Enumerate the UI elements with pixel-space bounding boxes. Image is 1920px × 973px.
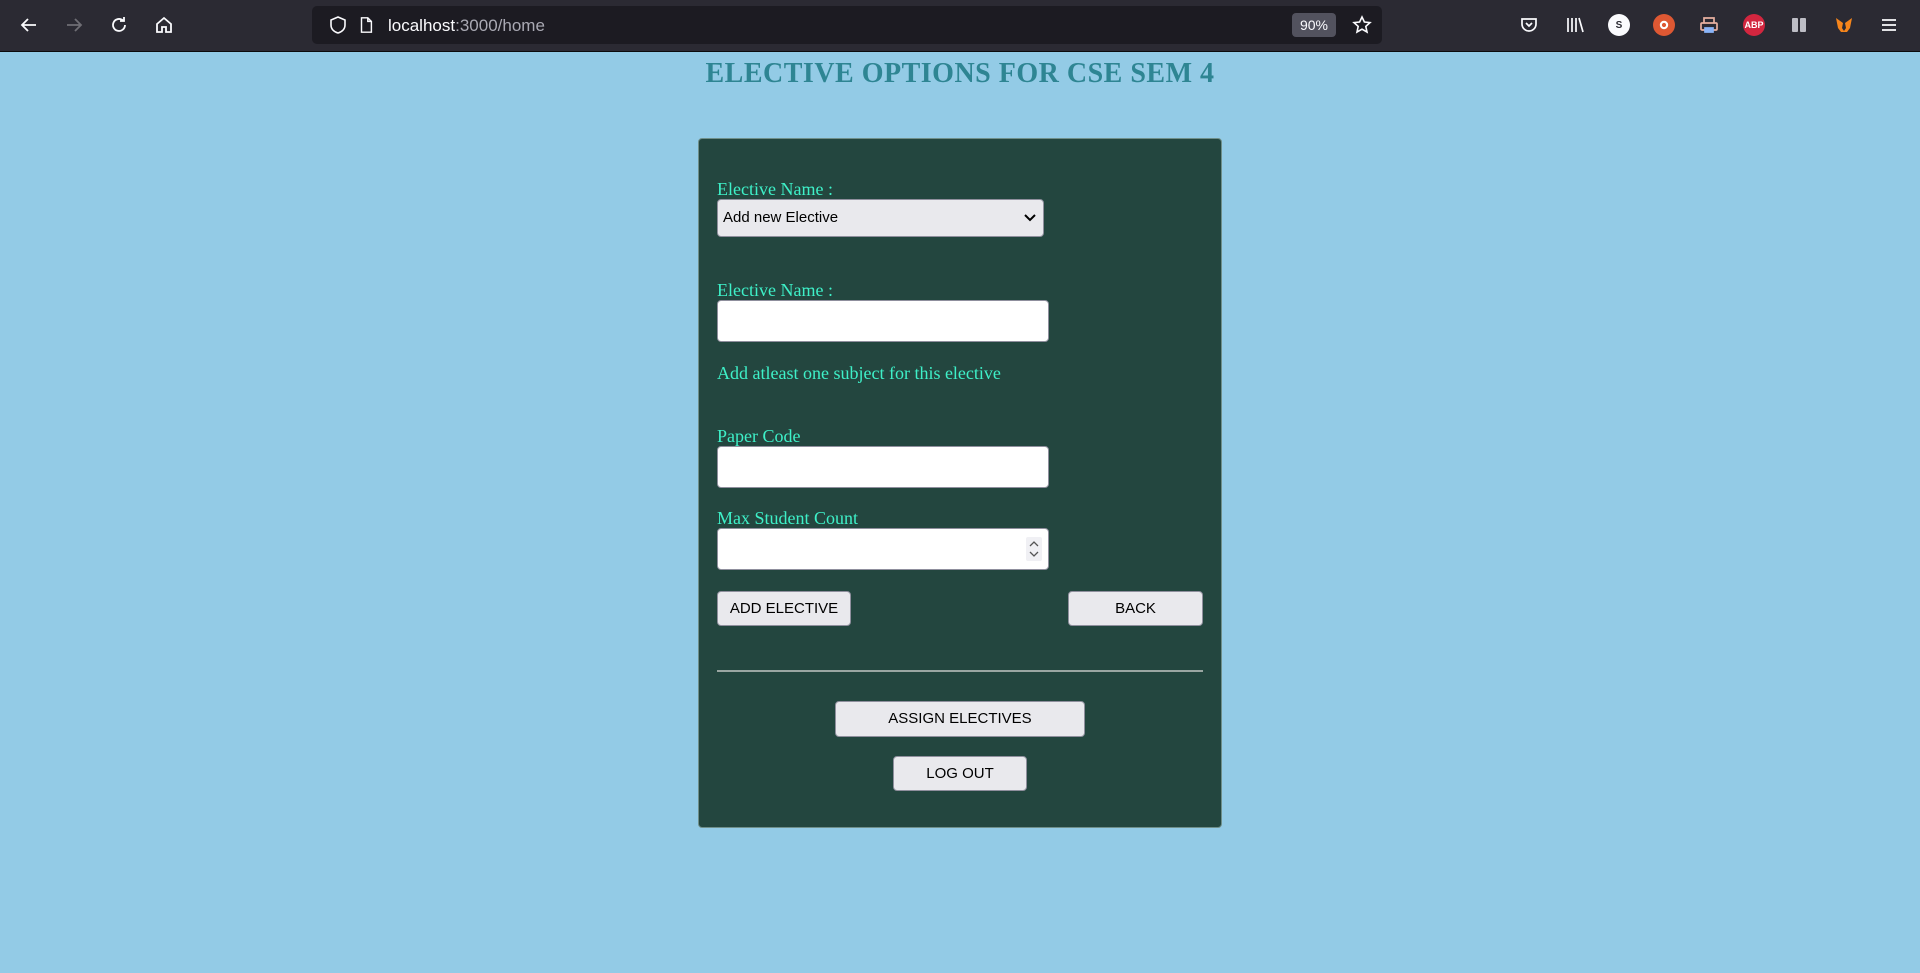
address-bar[interactable]: localhost:3000/home 90%: [312, 6, 1382, 44]
max-student-count-input[interactable]: [717, 528, 1049, 570]
page-icon[interactable]: [356, 15, 376, 35]
max-student-count-label: Max Student Count: [717, 508, 859, 528]
elective-select[interactable]: Add new Elective: [717, 199, 1044, 237]
adblock-plus-icon[interactable]: ABP: [1743, 14, 1765, 36]
subject-hint-text: Add atleast one subject for this electiv…: [717, 363, 1001, 383]
back-arrow-icon[interactable]: [12, 8, 46, 42]
paper-code-input[interactable]: [717, 446, 1049, 488]
bookmark-star-icon[interactable]: [1350, 13, 1374, 37]
shield-icon[interactable]: [328, 15, 348, 35]
url-host: localhost: [388, 16, 456, 35]
pocket-icon[interactable]: [1512, 8, 1546, 42]
elective-form-card: Elective Name : Add new Elective Electiv…: [698, 138, 1222, 828]
elective-name-label: Elective Name :: [717, 280, 833, 300]
add-elective-button[interactable]: ADD ELECTIVE: [717, 591, 851, 626]
duckduckgo-icon[interactable]: [1653, 14, 1675, 36]
page-title: ELECTIVE OPTIONS FOR CSE SEM 4: [705, 58, 1215, 89]
library-icon[interactable]: [1558, 8, 1592, 42]
log-out-button[interactable]: LOG OUT: [893, 756, 1027, 791]
url-text[interactable]: localhost:3000/home: [388, 16, 545, 36]
forward-arrow-icon[interactable]: [57, 8, 91, 42]
metamask-icon[interactable]: [1827, 8, 1861, 42]
reload-icon[interactable]: [102, 8, 136, 42]
section-divider: [717, 670, 1203, 672]
elective-name-input[interactable]: [717, 300, 1049, 342]
s-extension-icon[interactable]: S: [1608, 14, 1630, 36]
zoom-level-badge[interactable]: 90%: [1291, 13, 1336, 37]
url-path: :3000/home: [455, 16, 545, 35]
reader-icon[interactable]: [1782, 8, 1816, 42]
assign-electives-button[interactable]: ASSIGN ELECTIVES: [835, 701, 1085, 737]
elective-select-value: Add new Elective: [723, 209, 839, 226]
menu-icon[interactable]: [1872, 8, 1906, 42]
back-button[interactable]: BACK: [1068, 591, 1203, 626]
chevron-down-icon: [1024, 214, 1036, 222]
paper-code-label: Paper Code: [717, 426, 801, 446]
elective-select-label: Elective Name :: [717, 179, 833, 199]
printer-icon[interactable]: [1692, 8, 1726, 42]
home-icon[interactable]: [147, 8, 181, 42]
browser-toolbar: localhost:3000/home 90% S ABP: [0, 0, 1920, 52]
number-spinner-icon[interactable]: [1026, 537, 1042, 561]
